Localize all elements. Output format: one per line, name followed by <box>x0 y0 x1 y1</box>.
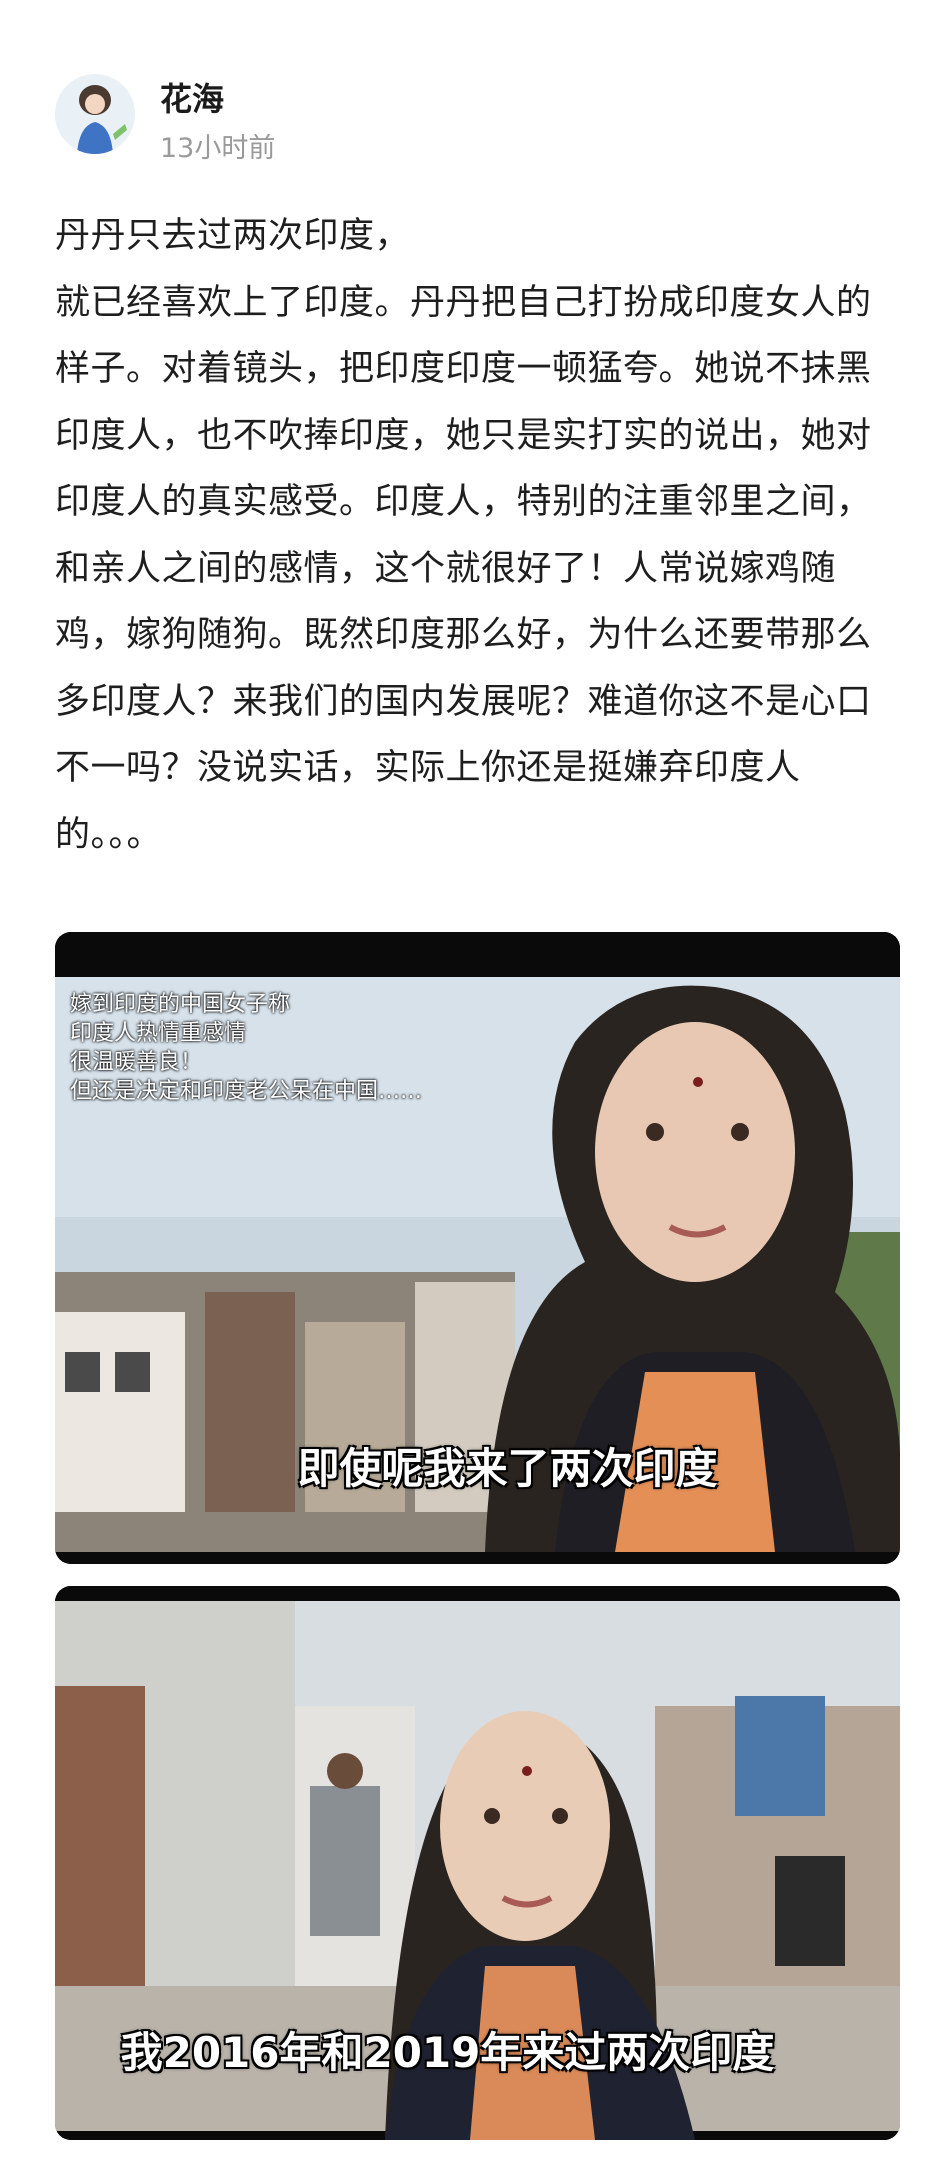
video-subtitle: 即使呢我来了两次印度 <box>297 1444 718 1493</box>
overlay-line: 印度人热情重感情 <box>70 1021 247 1046</box>
video-frame-1[interactable]: 嫁到印度的中国女子称 印度人热情重感情 很温暖善良！ 但还是决定和印度老公呆在中… <box>55 932 900 1564</box>
post-body: 丹丹只去过两次印度， 就已经喜欢上了印度。丹丹把自己打扮成印度女人的样子。对着镜… <box>55 203 905 868</box>
video-subtitle: 我2016年和2019年来过两次印度 <box>120 2028 775 2077</box>
post-header: 花海 13小时前 <box>55 70 915 180</box>
overlay-line: 很温暖善良！ <box>70 1050 203 1075</box>
post-paragraph: 丹丹只去过两次印度， <box>55 216 411 256</box>
post-timestamp: 13小时前 <box>160 133 276 164</box>
overlay-line: 嫁到印度的中国女子称 <box>70 992 291 1017</box>
author-avatar[interactable] <box>55 74 135 154</box>
video-frame-2[interactable]: 我2016年和2019年来过两次印度 <box>55 1586 900 2140</box>
post-paragraph: 就已经喜欢上了印度。丹丹把自己打扮成印度女人的样子。对着镜头，把印度印度一顿猛夸… <box>55 282 872 855</box>
author-name[interactable]: 花海 <box>160 74 224 120</box>
avatar-illustration-icon <box>55 74 135 154</box>
overlay-line: 但还是决定和印度老公呆在中国…… <box>70 1079 423 1104</box>
video-caption-overlay: 嫁到印度的中国女子称 印度人热情重感情 很温暖善良！ 但还是决定和印度老公呆在中… <box>70 990 422 1106</box>
